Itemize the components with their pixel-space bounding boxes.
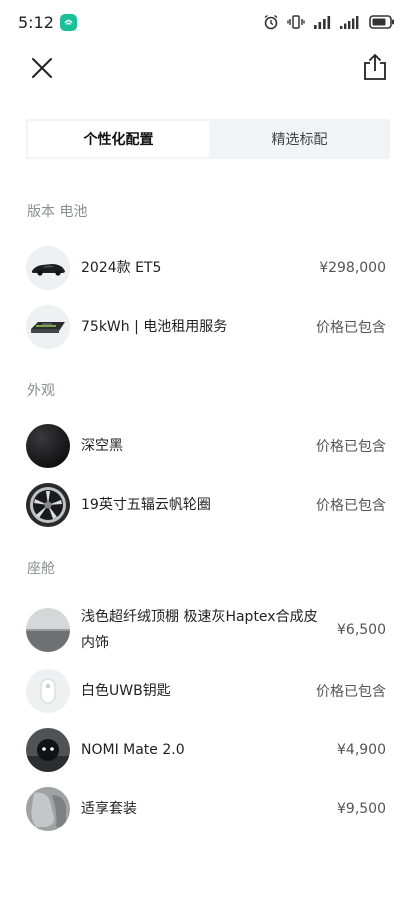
list-item-battery[interactable]: 75kWh | 电池租用服务 价格已包含 — [26, 304, 386, 350]
list-item-uwb-key[interactable]: 白色UWB钥匙 价格已包含 — [26, 668, 386, 714]
wheel-rim-image — [26, 483, 70, 527]
close-button[interactable] — [28, 54, 56, 82]
car-image — [26, 246, 70, 290]
battery-icon — [369, 15, 394, 29]
vibrate-icon — [287, 15, 305, 29]
item-price: ¥6,500 — [337, 622, 386, 638]
list-item-comfort-package[interactable]: 适享套装 ¥9,500 — [26, 786, 386, 832]
share-button[interactable] — [361, 52, 389, 82]
item-price: ¥298,000 — [319, 260, 386, 276]
item-name: 白色UWB钥匙 — [81, 683, 171, 699]
item-name: 深空黑 — [81, 438, 123, 454]
item-price: 价格已包含 — [316, 684, 386, 700]
interior-swatch — [26, 608, 70, 652]
section-title-version: 版本 电池 — [27, 204, 88, 220]
close-icon — [32, 58, 52, 78]
share-icon — [364, 53, 386, 80]
seat-package-image — [26, 787, 70, 831]
uwb-key-image — [26, 669, 70, 713]
list-item-nomi-mate[interactable]: NOMI Mate 2.0 ¥4,900 — [26, 727, 386, 773]
item-price: 价格已包含 — [316, 320, 386, 336]
status-icons — [263, 14, 395, 30]
status-bar: 5:12 — [0, 0, 417, 44]
section-title-cabin: 座舱 — [27, 561, 55, 577]
item-name: NOMI Mate 2.0 — [81, 742, 185, 758]
item-name: 2024款 ET5 — [81, 260, 162, 276]
item-name: 浅色超纤绒顶棚 极速灰Haptex合成皮内饰 — [81, 609, 318, 651]
item-price: 价格已包含 — [316, 498, 386, 514]
item-price: ¥4,900 — [337, 742, 386, 758]
tab-standard-config[interactable]: 精选标配 — [209, 119, 390, 159]
item-price: ¥9,500 — [337, 801, 386, 817]
item-name: 适享套装 — [81, 801, 137, 817]
alarm-icon — [264, 14, 278, 30]
app-notification-icon — [59, 13, 77, 31]
item-name: 75kWh | 电池租用服务 — [81, 319, 228, 335]
list-item-wheels[interactable]: 19英寸五辐云帆轮圈 价格已包含 — [26, 482, 386, 528]
item-price: 价格已包含 — [316, 439, 386, 455]
item-name: 19英寸五辐云帆轮圈 — [81, 497, 211, 513]
nomi-mate-image — [26, 728, 70, 772]
list-item-car-version[interactable]: 2024款 ET5 ¥298,000 — [26, 245, 386, 291]
black-paint-swatch — [26, 424, 70, 468]
signal-icon-1 — [314, 16, 331, 29]
signal-icon-2 — [340, 16, 359, 29]
status-time: 5:12 — [18, 12, 54, 32]
tab-personalized-config[interactable]: 个性化配置 — [28, 121, 209, 157]
tab-bar: 个性化配置 精选标配 — [26, 119, 390, 159]
list-item-paint[interactable]: 深空黑 价格已包含 — [26, 423, 386, 469]
list-item-interior[interactable]: 浅色超纤绒顶棚 极速灰Haptex合成皮内饰 ¥6,500 — [26, 604, 386, 656]
battery-pack-image — [26, 305, 70, 349]
section-title-exterior: 外观 — [27, 383, 55, 399]
